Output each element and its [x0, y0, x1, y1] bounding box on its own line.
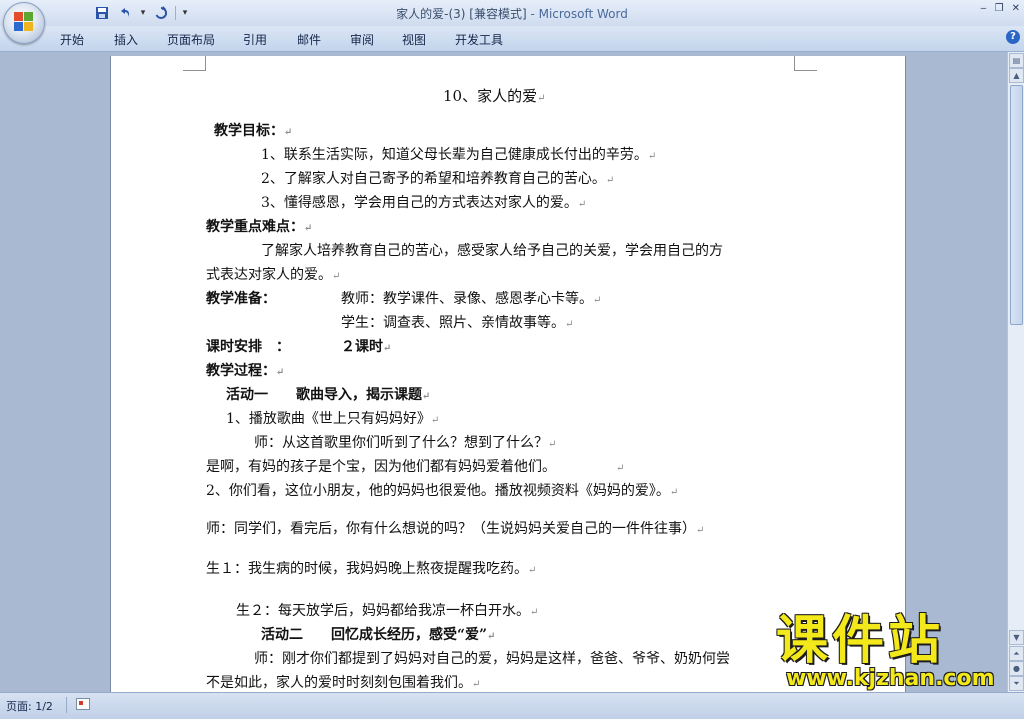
- student-response: 生２：每天放学后，妈妈都给我凉一杯白开水。↵: [236, 603, 539, 619]
- office-logo-icon: [14, 12, 34, 32]
- document-area: 10、家人的爱↵ 教学目标：↵ 1、联系生活实际，知道父母长辈为自己健康成长付出…: [0, 52, 1007, 696]
- crop-mark-top-left: [183, 56, 206, 71]
- page-indicator[interactable]: 页面: 1/2: [6, 698, 53, 714]
- document-name: 家人的爱-(3) [兼容模式]: [396, 7, 527, 21]
- activity-one-heading: 活动一 歌曲导入，揭示课题↵: [226, 387, 431, 403]
- ruler-toggle-icon[interactable]: ▤: [1009, 53, 1024, 68]
- dialogue-text: 师：同学们，看完后，你有什么想说的吗？（生说妈妈关爱自己的一件件往事）↵: [206, 521, 705, 537]
- scroll-down-icon[interactable]: ▼: [1009, 630, 1024, 645]
- key-points-text-cont: 式表达对家人的爱。↵: [206, 267, 341, 283]
- tab-home[interactable]: 开始: [60, 31, 84, 48]
- title-bar: ▾ ▾ 家人的爱-(3) [兼容模式] - Microsoft Word ‒ ❐…: [0, 0, 1024, 26]
- status-bar: 页面: 1/2: [0, 692, 1024, 719]
- step-text: 1、播放歌曲《世上只有妈妈好》↵: [226, 411, 440, 427]
- restore-icon[interactable]: ❐: [995, 3, 1004, 14]
- next-page-icon[interactable]: ⏷: [1009, 676, 1024, 691]
- window-controls: ‒ ❐ ✕: [980, 3, 1020, 14]
- heading-schedule: 课时安排 ：: [206, 339, 290, 355]
- tab-page-layout[interactable]: 页面布局: [167, 31, 215, 48]
- tab-review[interactable]: 审阅: [350, 31, 374, 48]
- close-icon[interactable]: ✕: [1012, 3, 1020, 14]
- previous-page-icon[interactable]: ⏶: [1009, 646, 1024, 661]
- document-page[interactable]: 10、家人的爱↵ 教学目标：↵ 1、联系生活实际，知道父母长辈为自己健康成长付出…: [110, 56, 906, 696]
- key-points-text: 了解家人培养教育自己的苦心，感受家人给予自己的关爱，学会用自己的方: [261, 243, 723, 259]
- preparation-student: 学生：调查表、照片、亲情故事等。↵: [341, 315, 574, 331]
- tab-insert[interactable]: 插入: [114, 31, 138, 48]
- tab-references[interactable]: 引用: [243, 31, 267, 48]
- window-title: 家人的爱-(3) [兼容模式] - Microsoft Word: [0, 5, 1024, 22]
- objective-item: 2、了解家人对自己寄予的希望和培养教育自己的苦心。↵: [261, 171, 615, 187]
- watermark: 课件站 www.kjzhan.com: [770, 612, 1008, 692]
- dialogue-text: 师：从这首歌里你们听到了什么？想到了什么？↵: [254, 435, 557, 451]
- minimize-icon[interactable]: ‒: [980, 3, 986, 14]
- heading-preparation: 教学准备：: [206, 291, 276, 307]
- tab-developer[interactable]: 开发工具: [455, 31, 503, 48]
- vertical-scrollbar[interactable]: ▤ ▲ ▼ ⏶ ● ⏷: [1007, 52, 1024, 692]
- crop-mark-top-right: [794, 56, 817, 71]
- dialogue-text: 师：刚才你们都提到了妈妈对自己的爱，妈妈是这样，爸爸、爷爷、奶奶何尝: [254, 651, 730, 667]
- ribbon-tab-bar: 开始 插入 页面布局 引用 邮件 审阅 视图 开发工具: [0, 26, 1024, 52]
- app-name: - Microsoft Word: [526, 7, 628, 21]
- help-icon[interactable]: ?: [1006, 30, 1020, 44]
- activity-two-heading: 活动二 回忆成长经历，感受“爱”↵: [261, 627, 496, 643]
- student-response: 生１：我生病的时候，我妈妈晚上熬夜提醒我吃药。↵: [206, 561, 537, 577]
- watermark-brand: 课件站: [776, 611, 945, 671]
- heading-key-points: 教学重点难点：↵: [206, 219, 313, 235]
- objective-item: 1、联系生活实际，知道父母长辈为自己健康成长付出的辛劳。↵: [261, 147, 657, 163]
- schedule-value: ２课时↵: [341, 339, 392, 355]
- document-title: 10、家人的爱↵: [443, 87, 546, 105]
- dialogue-text: 不是如此，家人的爱时时刻刻包围着我们。↵: [206, 675, 481, 691]
- tab-view[interactable]: 视图: [402, 31, 426, 48]
- scroll-up-icon[interactable]: ▲: [1009, 68, 1024, 83]
- heading-process: 教学过程：↵: [206, 363, 285, 379]
- watermark-url: www.kjzhan.com: [786, 666, 995, 691]
- office-button[interactable]: [3, 2, 45, 44]
- heading-objectives: 教学目标：↵: [214, 123, 293, 139]
- tab-mailings[interactable]: 邮件: [297, 31, 321, 48]
- preparation-teacher: 教师：教学课件、录像、感恩孝心卡等。↵: [341, 291, 602, 307]
- status-separator: [66, 697, 67, 713]
- proofing-status-icon[interactable]: [76, 698, 90, 710]
- dialogue-text: 是啊，有妈的孩子是个宝，因为他们都有妈妈爱着他们。 ↵: [206, 459, 625, 475]
- scroll-thumb[interactable]: [1010, 85, 1023, 325]
- objective-item: 3、懂得感恩，学会用自己的方式表达对家人的爱。↵: [261, 195, 587, 211]
- step-text: 2、你们看，这位小朋友，他的妈妈也很爱他。播放视频资料《妈妈的爱》。↵: [206, 483, 679, 499]
- browse-object-icon[interactable]: ●: [1009, 661, 1024, 676]
